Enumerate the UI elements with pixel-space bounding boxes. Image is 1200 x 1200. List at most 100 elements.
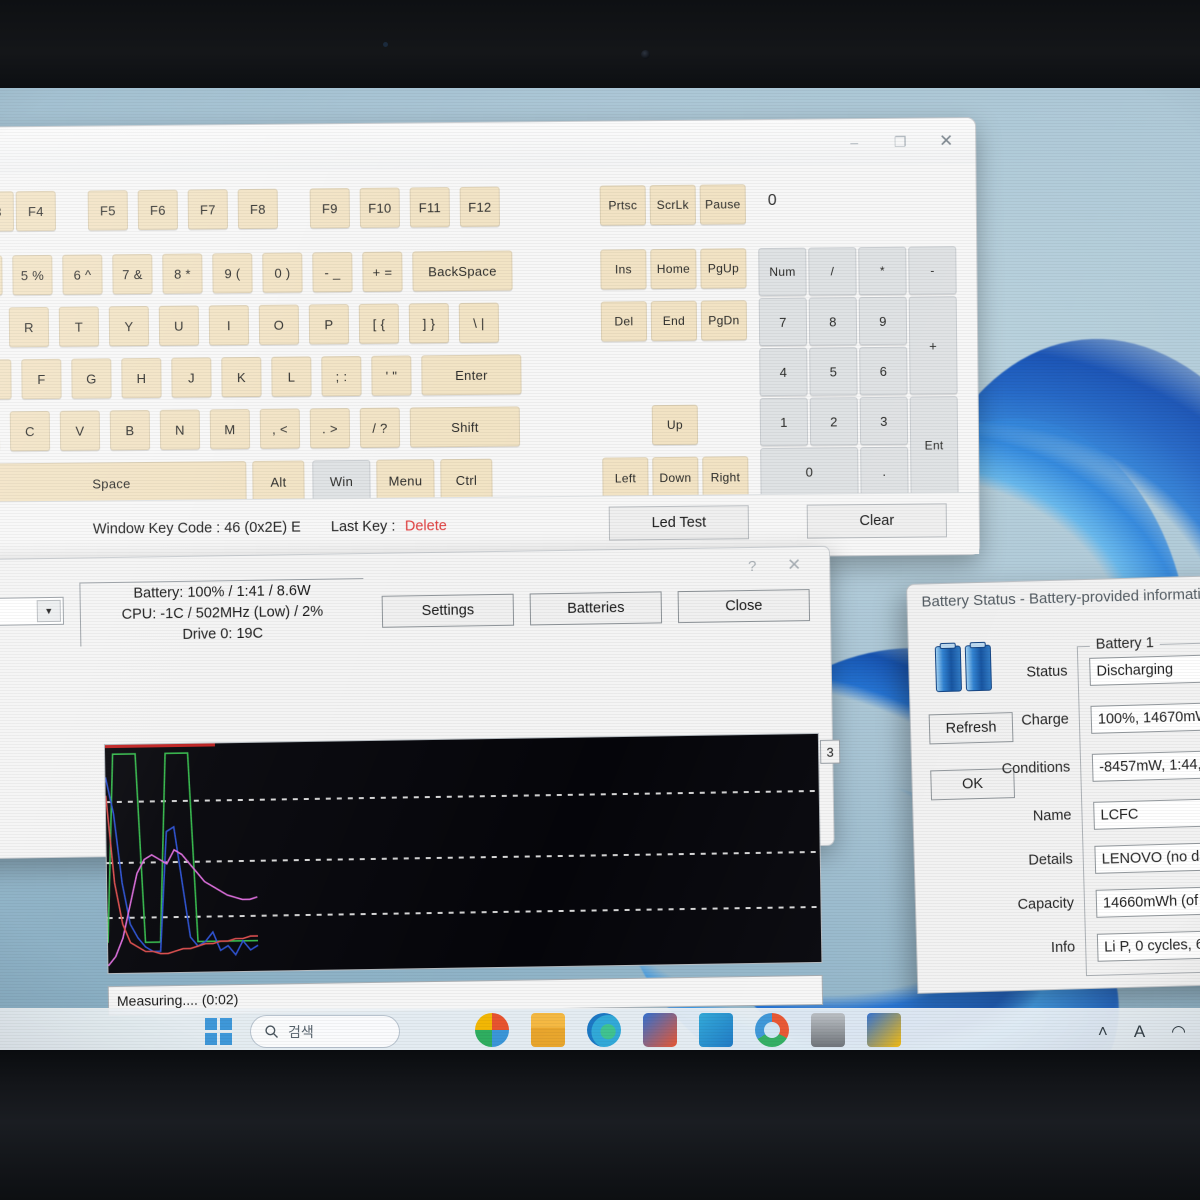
minimize-button[interactable]: – [831,119,877,165]
key-f11[interactable]: F11 [409,187,451,228]
start-button[interactable] [205,1018,233,1046]
key-numpad-8[interactable]: 8 [808,297,858,346]
key-r[interactable]: R [8,306,50,348]
search-input[interactable]: 검색 [250,1015,400,1048]
key-pgup[interactable]: PgUp [700,248,747,289]
key-f7[interactable]: F7 [187,189,229,230]
key-t[interactable]: T [58,306,100,347]
key-[interactable]: + = [362,251,403,292]
key-numpad-6[interactable]: 6 [859,346,908,396]
key-l[interactable]: L [271,356,312,397]
key-left[interactable]: Left [602,457,649,500]
key-[interactable]: - _ [312,252,353,293]
key-down[interactable]: Down [652,456,699,500]
key-m[interactable]: M [209,409,251,450]
key-shift[interactable]: Shift [409,406,521,448]
led-test-button[interactable]: Led Test [608,505,750,541]
key-o[interactable]: O [258,304,300,345]
key-numpad-divide[interactable]: / [808,247,857,296]
battery-select-combobox[interactable]: ▼ [0,596,65,629]
settings-button[interactable]: Settings [381,593,515,628]
chevron-down-icon[interactable]: ▼ [36,599,61,623]
key-i[interactable]: I [208,305,250,346]
key-9[interactable]: 9 ( [212,252,253,294]
key-numpad-2[interactable]: 2 [809,397,859,446]
key-end[interactable]: End [650,300,698,342]
key-pgdn[interactable]: PgDn [700,300,748,341]
key-[interactable]: / ? [359,407,401,448]
ime-indicator[interactable]: A [1134,1022,1145,1042]
key-prtsc[interactable]: Prtsc [599,185,646,226]
key-5[interactable]: 5 % [12,254,53,296]
key-7[interactable]: 7 & [112,253,153,295]
file-explorer-icon[interactable] [531,1013,565,1047]
key-y[interactable]: Y [108,305,150,347]
key-numpad-0[interactable]: 0 [760,447,859,497]
key-numpad-7[interactable]: 7 [758,297,808,347]
battery-info-icon[interactable] [867,1013,901,1054]
key-del[interactable]: Del [600,301,648,342]
key-k[interactable]: K [221,356,262,398]
key-scrlk[interactable]: ScrLk [649,184,696,226]
key-[interactable]: [ { [358,303,400,344]
key-j[interactable]: J [171,357,212,398]
maximize-button[interactable]: ❐ [877,119,923,165]
key-[interactable]: ; : [321,355,362,397]
key-numpad-num[interactable]: Num [758,247,807,297]
widgets-icon[interactable] [475,1013,509,1047]
key-f8[interactable]: F8 [237,188,279,230]
key-[interactable]: \ | [458,302,500,343]
key-p[interactable]: P [308,304,350,345]
key-up[interactable]: Up [651,404,699,446]
batteries-button[interactable]: Batteries [529,591,663,626]
show-hidden-icons[interactable]: ˄ [1098,1022,1108,1042]
key-f4[interactable]: F4 [15,190,57,232]
key-[interactable]: . > [309,408,351,449]
key-numpad-4[interactable]: 4 [759,347,808,397]
key-v[interactable]: V [59,410,101,451]
key-numpad-1[interactable]: 1 [759,397,809,447]
key-g[interactable]: G [71,358,112,399]
key-[interactable]: ] } [408,303,450,344]
key-[interactable]: , < [259,408,301,449]
key-f3[interactable]: F3 [0,191,15,232]
key-f10[interactable]: F10 [359,187,401,228]
key-6[interactable]: 6 ^ [62,254,103,295]
key-d[interactable]: D [0,359,12,400]
key-numpad-plus[interactable]: + [908,296,958,395]
key-8[interactable]: 8 * [162,253,203,294]
key-numpad-9[interactable]: 9 [858,296,908,346]
key-backspace[interactable]: BackSpace [412,250,513,292]
key-win[interactable]: Win [312,459,371,503]
key-numpad-3[interactable]: 3 [859,396,909,446]
key-numpad-5[interactable]: 5 [809,347,858,396]
outlook-icon[interactable] [699,1013,733,1047]
key-4[interactable]: 4 $ [0,255,3,296]
key-f12[interactable]: F12 [459,186,501,227]
key-f[interactable]: F [21,358,62,400]
calculator-icon[interactable] [811,1013,845,1054]
key-menu[interactable]: Menu [376,459,435,502]
key-n[interactable]: N [159,409,201,450]
key-ins[interactable]: Ins [600,249,647,290]
edge-icon[interactable] [587,1013,621,1047]
close-button[interactable]: Close [677,589,811,624]
key-f6[interactable]: F6 [137,189,179,231]
key-enter[interactable]: Enter [421,354,522,396]
key-b[interactable]: B [109,409,151,451]
key-0[interactable]: 0 ) [262,252,303,293]
key-alt-right[interactable]: Alt [252,460,305,503]
key-numpad-multiply[interactable]: * [858,246,907,296]
microsoft-store-icon[interactable] [643,1013,677,1047]
close-icon[interactable]: ✕ [923,118,969,164]
close-icon[interactable]: ✕ [779,551,809,579]
help-icon[interactable]: ? [737,552,767,580]
key-u[interactable]: U [158,305,200,346]
key-numpad-enter[interactable]: Ent [909,396,959,495]
key-c[interactable]: C [9,410,51,452]
graph-scale-badge[interactable]: 3 [819,739,841,764]
key-numpad-minus[interactable]: - [908,246,957,295]
chrome-icon[interactable] [755,1013,789,1047]
clear-button[interactable]: Clear [806,503,948,539]
key-numpad-dot[interactable]: . [860,446,909,496]
